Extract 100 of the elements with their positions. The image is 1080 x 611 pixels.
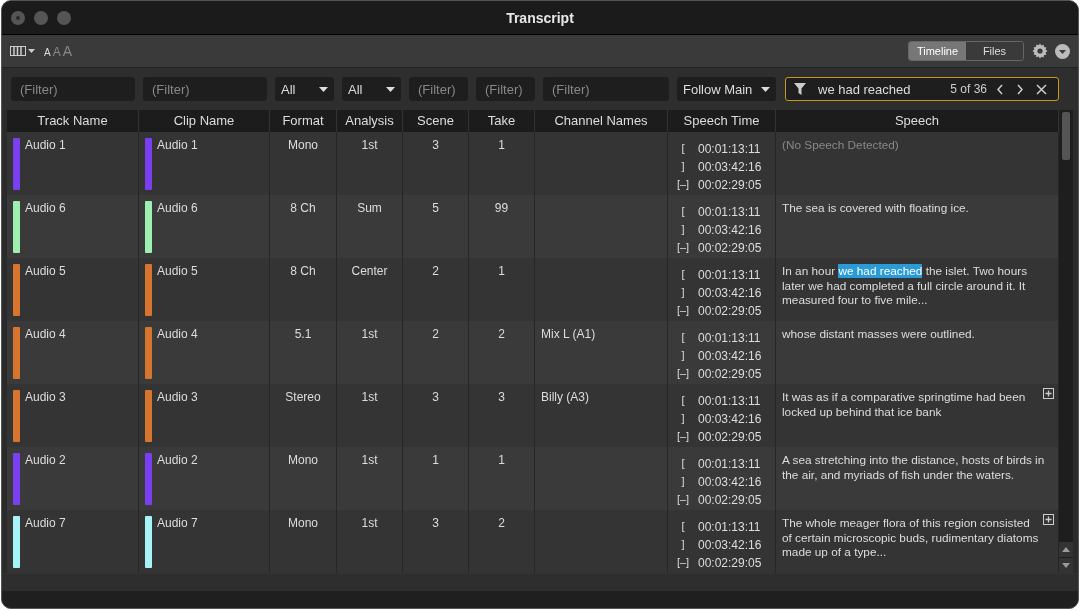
scrollbar[interactable] (1059, 110, 1073, 573)
bracket-mark: [ (680, 520, 686, 534)
table-cell: 8 Ch (290, 264, 316, 278)
bracket-mark: [–] (675, 178, 691, 192)
font-size-button[interactable]: A (44, 47, 51, 58)
table-cell: Mix L (A1) (541, 327, 596, 341)
table-cell: Billy (A3) (541, 390, 589, 404)
table-cell: 1 (498, 138, 505, 152)
table-cell: 3 (432, 390, 439, 404)
scroll-thumb[interactable] (1062, 112, 1070, 160)
table-cell-text: Audio 4 (157, 327, 198, 343)
filter-dropdown[interactable]: Follow Main (677, 77, 776, 101)
bracket-mark: ] (680, 475, 686, 489)
speech-text: whose distant masses were outlined. (782, 327, 976, 342)
table-cell-text: Audio 5 (25, 264, 66, 280)
bracket-mark: [ (680, 331, 686, 345)
table-cell-text: Audio 6 (25, 201, 66, 217)
table-cell-text: Audio 3 (25, 390, 66, 406)
timecode: 00:02:29:05 (698, 367, 763, 383)
timecode: 00:02:29:05 (698, 430, 763, 446)
timecode: 00:01:13:11 (698, 205, 762, 221)
down-arrow-icon (1062, 563, 1070, 568)
table-cell: 1 (432, 453, 439, 467)
expand-icon[interactable] (1043, 388, 1054, 399)
view-tab[interactable]: Timeline (909, 42, 966, 60)
window-title: Transcript (506, 9, 574, 26)
horizontal-scrollbar[interactable] (2, 574, 1078, 591)
bracket-mark: [ (680, 205, 686, 219)
timecode: 00:03:42:16 (698, 160, 763, 176)
table-cell: 8 Ch (290, 201, 316, 215)
speech-text: The sea is covered with floating ice. (782, 201, 970, 216)
table-cell: 1st (361, 390, 378, 404)
table-cell: Center (351, 264, 388, 278)
timecode: 00:01:13:11 (698, 268, 762, 284)
expand-icon[interactable] (1043, 514, 1054, 525)
table-cell: 1 (498, 453, 505, 467)
timecode: 00:01:13:11 (698, 457, 762, 473)
caret-icon (319, 86, 328, 92)
speech-text: (No Speech Detected) (782, 138, 900, 153)
table-cell: Sum (357, 201, 382, 215)
table-cell: 3 (432, 516, 439, 530)
speech-text: The whole meager flora of this region consisted of certain microscopic buds, rudimentary diatoms made up of a type... (782, 516, 1040, 560)
bracket-mark: [–] (675, 430, 691, 444)
settings-icon[interactable] (1032, 43, 1048, 59)
columns-menu-icon[interactable] (10, 45, 36, 57)
timecode: 00:03:42:16 (698, 475, 763, 491)
bracket-mark: ] (680, 349, 686, 363)
table-cell: 5 (432, 201, 439, 215)
bracket-mark: ] (680, 286, 686, 300)
bracket-mark: [–] (675, 556, 691, 570)
timecode: 00:03:42:16 (698, 349, 763, 365)
table-cell: 1st (361, 138, 378, 152)
timecode: 00:02:29:05 (698, 556, 763, 572)
caret-icon (386, 86, 395, 92)
search-field[interactable]: we had reached (812, 81, 945, 97)
table-cell-text: Audio 4 (25, 327, 66, 343)
timecode: 00:01:13:11 (698, 142, 762, 158)
bracket-mark: ] (680, 160, 686, 174)
table-cell: 1 (498, 264, 505, 278)
filter-field[interactable]: (Filter) (11, 77, 135, 101)
table-cell: 99 (494, 201, 509, 215)
timecode: 00:01:13:11 (698, 331, 762, 347)
speech-text: A sea stretching into the distance, hosts of birds in the air, and myriads of fish under the waters. (782, 453, 1046, 482)
bracket-mark: ] (680, 412, 686, 426)
bracket-mark: [–] (675, 367, 691, 381)
dropdown-icon[interactable] (1055, 43, 1070, 59)
table-cell: Mono (288, 453, 318, 467)
table-cell-text: Audio 3 (157, 390, 198, 406)
bracket-mark: [–] (675, 241, 691, 255)
table-cell-text: Audio 1 (25, 138, 66, 154)
close-button[interactable] (1033, 83, 1050, 95)
scroll-down-button[interactable] (1059, 558, 1073, 573)
filter-field[interactable]: (Filter) (543, 77, 669, 101)
table-cell: 3 (432, 138, 439, 152)
table-cell: Mono (288, 516, 318, 530)
filter-field[interactable]: (Filter) (143, 77, 267, 101)
table-cell-text: Audio 2 (157, 453, 198, 469)
bracket-mark: [ (680, 457, 686, 471)
timecode: 00:01:13:11 (698, 394, 762, 410)
table-cell: 1st (361, 516, 378, 530)
timecode: 00:03:42:16 (698, 286, 763, 302)
bracket-mark: [ (680, 394, 686, 408)
scroll-up-button[interactable] (1059, 542, 1073, 557)
table-cell: Stereo (285, 390, 321, 404)
table-cell: 1st (361, 327, 378, 341)
table-cell: 1st (361, 453, 378, 467)
timecode: 00:02:29:05 (698, 493, 763, 509)
caret-icon (761, 86, 770, 92)
bracket-mark: [ (680, 142, 686, 156)
filter-field[interactable]: (Filter) (476, 77, 535, 101)
filter-dropdown[interactable]: All (342, 77, 401, 101)
bracket-mark: [–] (675, 304, 691, 318)
table-cell-text: Audio 2 (25, 453, 66, 469)
timecode: 00:02:29:05 (698, 241, 763, 257)
table-cell: 2 (498, 516, 505, 530)
search-box[interactable]: we had reached 5 of 36 (785, 77, 1059, 101)
table-cell: 2 (498, 327, 505, 341)
table-cell-text: Audio 5 (157, 264, 198, 280)
filter-field[interactable]: (Filter) (409, 77, 468, 101)
filter-dropdown[interactable]: All (275, 77, 334, 101)
